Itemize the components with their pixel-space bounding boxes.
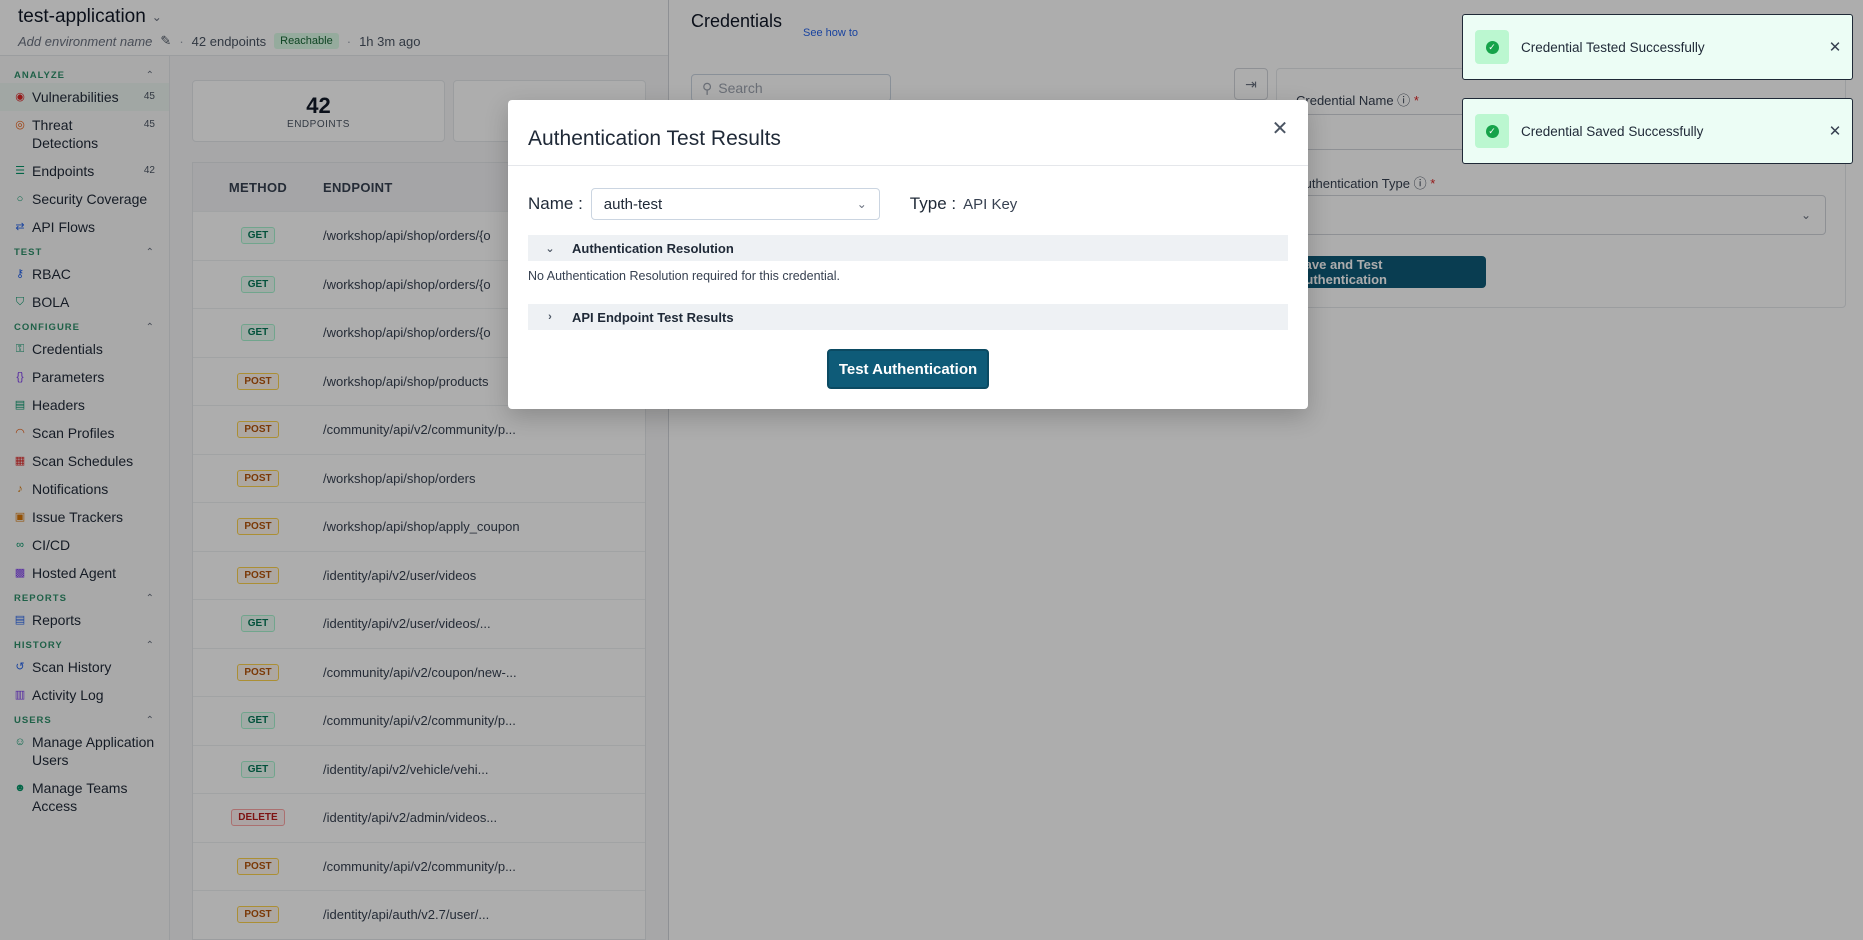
type-label: Type : xyxy=(909,194,957,213)
chevron-right-icon: › xyxy=(548,311,552,323)
toast-message: Credential Saved Successfully xyxy=(1521,123,1704,139)
check-circle-icon: ✓ xyxy=(1475,114,1509,148)
credential-info-row: Name : auth-test ⌄ Type : API Key xyxy=(528,188,1288,220)
toast-message: Credential Tested Successfully xyxy=(1521,39,1705,55)
accordion-authentication-resolution[interactable]: ⌄ Authentication Resolution xyxy=(528,235,1288,261)
type-value: API Key xyxy=(963,195,1018,213)
toast-success: ✓ Credential Tested Successfully ✕ xyxy=(1462,14,1853,80)
modal-title: Authentication Test Results xyxy=(528,127,781,150)
credential-name-select[interactable]: auth-test ⌄ xyxy=(590,188,880,220)
selected-value: auth-test xyxy=(603,195,663,213)
chevron-down-icon: ⌄ xyxy=(856,197,867,211)
accordion-body: No Authentication Resolution required fo… xyxy=(528,269,840,283)
toast-success: ✓ Credential Saved Successfully ✕ xyxy=(1462,98,1853,164)
close-icon[interactable]: ✕ xyxy=(1818,122,1852,140)
check-circle-icon: ✓ xyxy=(1475,30,1509,64)
name-label: Name : xyxy=(528,194,583,213)
accordion-api-endpoint-test-results[interactable]: › API Endpoint Test Results xyxy=(528,304,1288,330)
accordion-title: API Endpoint Test Results xyxy=(572,309,734,325)
auth-test-results-modal: Authentication Test Results ✕ Name : aut… xyxy=(508,100,1308,409)
modal-header: Authentication Test Results xyxy=(508,100,1308,166)
accordion-title: Authentication Resolution xyxy=(572,240,734,256)
close-icon[interactable]: ✕ xyxy=(1818,38,1852,56)
test-authentication-button[interactable]: Test Authentication xyxy=(827,349,989,389)
close-icon[interactable]: ✕ xyxy=(1268,116,1292,140)
chevron-down-icon: ⌄ xyxy=(545,242,555,255)
